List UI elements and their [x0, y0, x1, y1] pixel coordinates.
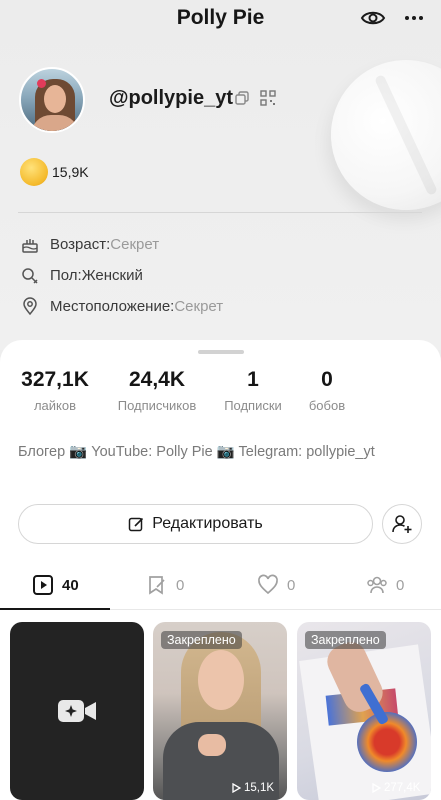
- stat-following[interactable]: 1 Подписки: [218, 368, 288, 413]
- stat-label: Подписчиков: [117, 398, 197, 413]
- tab-count: 0: [176, 576, 185, 594]
- divider: [18, 212, 422, 213]
- stat-label: лайков: [33, 398, 77, 413]
- tab-count: 40: [62, 576, 79, 594]
- info-location-row: Местоположение: Секрет: [20, 296, 223, 316]
- gender-value: Женский: [81, 266, 143, 284]
- add-user-icon: [392, 515, 412, 533]
- tab-videos[interactable]: 40: [32, 574, 79, 596]
- play-icon: [232, 783, 241, 793]
- pinned-badge: Закреплено: [305, 631, 386, 649]
- coin-icon[interactable]: [20, 158, 48, 186]
- profile-header-area: Polly Pie @pollypie_yt 15,9K Возраст: Се…: [0, 0, 441, 350]
- bio-text: Блогер 📷 YouTube: Polly Pie 📷 Telegram: …: [18, 444, 375, 460]
- username: @pollypie_yt: [109, 87, 233, 109]
- profile-sheet: 327,1K лайков 24,4K Подписчиков 1 Подпис…: [0, 340, 441, 800]
- location-pin-icon: [23, 297, 37, 316]
- coin-count: 15,9K: [52, 164, 89, 180]
- stat-label: Подписки: [224, 398, 282, 413]
- add-friend-button[interactable]: [382, 504, 422, 544]
- edit-profile-button[interactable]: Редактировать: [18, 504, 373, 544]
- view-count: 15,1K: [231, 782, 274, 794]
- gender-icon: [22, 268, 38, 284]
- video-thumbnail[interactable]: Закреплено 277,4K: [297, 622, 431, 800]
- upload-video-tile[interactable]: [10, 622, 144, 800]
- qr-code-icon[interactable]: [260, 90, 276, 106]
- stat-value: 327,1K: [21, 368, 89, 391]
- copy-icon[interactable]: [235, 91, 249, 105]
- play-icon: [372, 783, 381, 793]
- drag-handle[interactable]: [198, 350, 244, 354]
- age-label: Возраст:: [50, 235, 111, 253]
- video-thumbnail[interactable]: Закреплено 15,1K: [153, 622, 287, 800]
- tab-liked[interactable]: 0: [257, 574, 295, 596]
- info-gender-row: Пол: Женский: [20, 265, 143, 285]
- content-tabs: 40 0 0 0: [0, 568, 441, 610]
- gender-label: Пол:: [50, 266, 82, 284]
- stat-value: 1: [247, 368, 259, 391]
- avatar[interactable]: [19, 67, 85, 133]
- tab-count: 0: [396, 576, 405, 594]
- location-value: Секрет: [174, 297, 224, 315]
- stat-value: 0: [321, 368, 333, 391]
- stat-label: бобов: [308, 398, 346, 413]
- view-count-value: 277,4K: [384, 782, 421, 794]
- stat-likes[interactable]: 327,1K лайков: [18, 368, 92, 413]
- video-camera-icon: [58, 700, 96, 722]
- bookmark-edit-icon: [149, 576, 165, 595]
- stat-followers[interactable]: 24,4K Подписчиков: [112, 368, 202, 413]
- more-options-icon[interactable]: [402, 6, 426, 30]
- video-play-icon: [33, 575, 53, 595]
- view-count: 277,4K: [371, 782, 420, 794]
- eye-icon[interactable]: [360, 8, 386, 28]
- edit-icon: [128, 517, 144, 531]
- edit-profile-label: Редактировать: [152, 515, 263, 532]
- heart-icon: [258, 574, 278, 595]
- stat-value: 24,4K: [128, 368, 186, 391]
- friends-icon: [367, 576, 387, 594]
- tab-reposts[interactable]: 0: [146, 574, 184, 596]
- info-age-row: Возраст: Секрет: [20, 234, 159, 254]
- active-tab-indicator: [0, 608, 110, 610]
- stat-beans[interactable]: 0 бобов: [304, 368, 350, 413]
- pinned-badge: Закреплено: [161, 631, 242, 649]
- tab-friends[interactable]: 0: [366, 574, 404, 596]
- view-count-value: 15,1K: [244, 782, 275, 794]
- decorative-disc: [306, 35, 441, 235]
- cake-icon: [22, 239, 38, 253]
- tab-count: 0: [287, 576, 296, 594]
- age-value: Секрет: [110, 235, 160, 253]
- location-label: Местоположение:: [50, 297, 175, 315]
